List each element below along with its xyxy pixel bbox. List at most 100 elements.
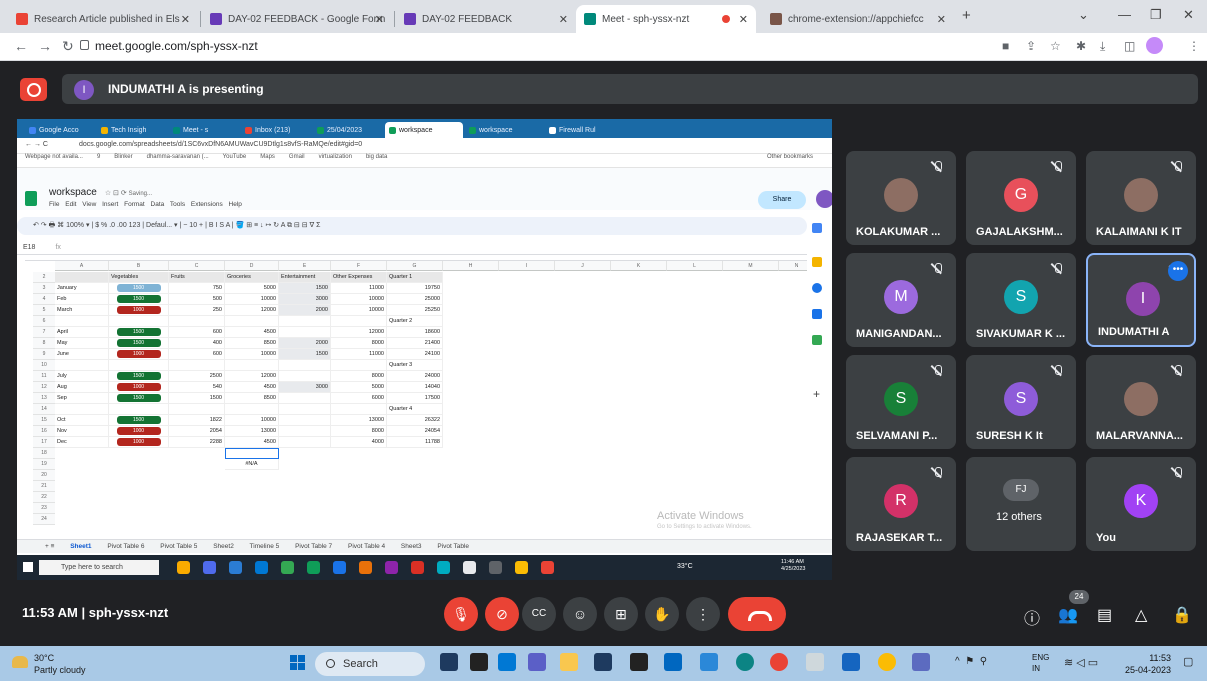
app-icon[interactable] [664, 653, 682, 671]
file-explorer-icon[interactable] [560, 653, 578, 671]
more-options-button[interactable]: ⋮ [686, 597, 720, 631]
table-cell: 3000 [279, 294, 331, 305]
participant-tile[interactable]: MALARVANNA... [1086, 355, 1196, 449]
host-controls-icon[interactable]: 🔒 [1172, 605, 1192, 625]
restore-icon[interactable]: ❐ [1150, 7, 1162, 23]
raise-hand-button[interactable]: ✋ [645, 597, 679, 631]
system-tray[interactable]: ^ ⚑ ⚲ [955, 656, 987, 667]
chrome-icon[interactable] [770, 653, 788, 671]
chat-icon[interactable]: ▤ [1097, 605, 1112, 625]
back-icon[interactable]: ← [14, 38, 28, 54]
captions-button[interactable]: CC [522, 597, 556, 631]
camera-icon[interactable]: ■ [1002, 39, 1009, 53]
wifi-icon[interactable]: ≋ ◁ ▭ [1064, 656, 1098, 669]
participant-photo [884, 178, 918, 212]
participant-tile[interactable]: I INDUMATHI A ••• [1086, 253, 1196, 347]
camera-off-button[interactable]: ⊘ [485, 597, 519, 631]
mic-off-button[interactable]: 🎙 [444, 597, 478, 631]
start-button[interactable] [290, 655, 306, 671]
emoji-button[interactable]: ☺ [563, 597, 597, 631]
dropdown-chip: 1000 [116, 382, 161, 391]
participant-tile[interactable]: KALAIMANI K IT [1086, 151, 1196, 245]
participant-tile[interactable]: S SELVAMANI P... [846, 355, 956, 449]
edge-icon[interactable] [736, 653, 754, 671]
participant-avatar: M [884, 280, 918, 314]
shared-tab-active: workspace [385, 122, 463, 138]
minimize-icon[interactable]: — [1118, 7, 1131, 22]
participant-tile[interactable]: FJ 12 others [966, 457, 1076, 551]
share-icon[interactable]: ⇪ [1026, 39, 1036, 53]
participant-tile[interactable]: S SIVAKUMAR K ... [966, 253, 1076, 347]
close-window-icon[interactable]: ✕ [1183, 7, 1194, 23]
browser-tab[interactable]: Research Article published in Els ✕ [8, 5, 198, 33]
close-tab-icon[interactable]: ✕ [739, 13, 748, 26]
widgets-icon[interactable] [498, 653, 516, 671]
side-panel-icon[interactable]: ◫ [1124, 39, 1135, 53]
table-cell [169, 360, 225, 371]
table-cell: 6000 [331, 393, 387, 404]
participant-tile[interactable]: KOLAKUMAR ... [846, 151, 956, 245]
extensions-icon[interactable]: ✱ [1076, 39, 1086, 53]
app-icon[interactable] [842, 653, 860, 671]
app-icon[interactable] [630, 653, 648, 671]
forward-icon[interactable]: → [38, 38, 52, 54]
table-cell: 1000 [109, 305, 169, 316]
menu-icon[interactable]: ⋮ [1188, 39, 1200, 53]
participant-tile[interactable]: K You [1086, 457, 1196, 551]
taskbar-app-icon [229, 561, 242, 574]
task-view-icon[interactable] [470, 653, 488, 671]
weather-widget[interactable]: 30°C Partly cloudy [12, 652, 86, 676]
column-header: K [611, 261, 667, 271]
table-cell: 1000 [109, 349, 169, 360]
participant-tile[interactable]: M MANIGANDAN... [846, 253, 956, 347]
profile-avatar[interactable] [1146, 37, 1163, 54]
more-options-icon[interactable]: ••• [1168, 261, 1188, 281]
close-tab-icon[interactable]: ✕ [559, 13, 568, 26]
table-cell: 10000 [331, 294, 387, 305]
shared-search-box: Type here to search [39, 560, 159, 575]
app-icon[interactable] [440, 653, 458, 671]
app-icon[interactable] [594, 653, 612, 671]
shared-browser-tabs: Google Acco Tech Insigh Meet - s Inbox (… [17, 119, 832, 138]
close-tab-icon[interactable]: ✕ [181, 13, 190, 26]
app-icon[interactable] [912, 653, 930, 671]
table-cell: 1500 [169, 393, 225, 404]
table-cell: Aug [55, 382, 109, 393]
browser-tab[interactable]: chrome-extension://appchiefcc ✕ [762, 5, 954, 33]
chrome-icon[interactable] [878, 653, 896, 671]
present-button[interactable]: ⊞ [604, 597, 638, 631]
participant-tile[interactable]: G GAJALAKSHM... [966, 151, 1076, 245]
browser-tab[interactable]: DAY-02 FEEDBACK ✕ [396, 5, 576, 33]
close-tab-icon[interactable]: ✕ [375, 13, 384, 26]
chat-app-icon[interactable] [528, 653, 546, 671]
dropdown-chip: 1000 [116, 426, 161, 435]
shared-screen: Google Acco Tech Insigh Meet - s Inbox (… [17, 119, 832, 580]
notification-icon[interactable]: ▢ [1183, 655, 1193, 668]
close-tab-icon[interactable]: ✕ [937, 13, 946, 26]
sheets-user-avatar [816, 190, 832, 208]
people-icon[interactable]: 👥 [1058, 605, 1078, 625]
language-indicator[interactable]: ENG IN [1032, 652, 1049, 674]
participant-tile[interactable]: R RAJASEKAR T... [846, 457, 956, 551]
browser-tab[interactable]: DAY-02 FEEDBACK - Google Form ✕ [202, 5, 392, 33]
table-cell: Oct [55, 415, 109, 426]
browser-tab-active[interactable]: Meet - sph-yssx-nzt ✕ [576, 5, 756, 33]
app-icon[interactable] [700, 653, 718, 671]
reload-icon[interactable]: ↻ [62, 38, 74, 55]
row-header: 13 [33, 393, 55, 404]
leave-call-button[interactable] [728, 597, 786, 631]
tab-search-icon[interactable]: ⌄ [1078, 7, 1089, 23]
dropdown-chip: 1500 [116, 393, 161, 402]
taskbar-clock[interactable]: 11:53 25-04-2023 [1125, 652, 1171, 676]
bookmark-star-icon[interactable]: ☆ [1050, 39, 1061, 53]
address-bar[interactable]: meet.google.com/sph-yssx-nzt [95, 39, 258, 53]
activities-icon[interactable]: △ [1135, 605, 1147, 625]
table-cell [279, 404, 331, 415]
info-icon[interactable]: ⓘ [1024, 605, 1040, 629]
app-icon[interactable] [806, 653, 824, 671]
browser-toolbar: ← → ↻ meet.google.com/sph-yssx-nzt ■ ⇪ ☆… [0, 33, 1207, 61]
new-tab-button[interactable]: + [962, 7, 971, 24]
download-icon[interactable]: ⤓ [1100, 39, 1105, 54]
participant-tile[interactable]: S SURESH K It [966, 355, 1076, 449]
taskbar-search[interactable]: Search [315, 652, 425, 676]
